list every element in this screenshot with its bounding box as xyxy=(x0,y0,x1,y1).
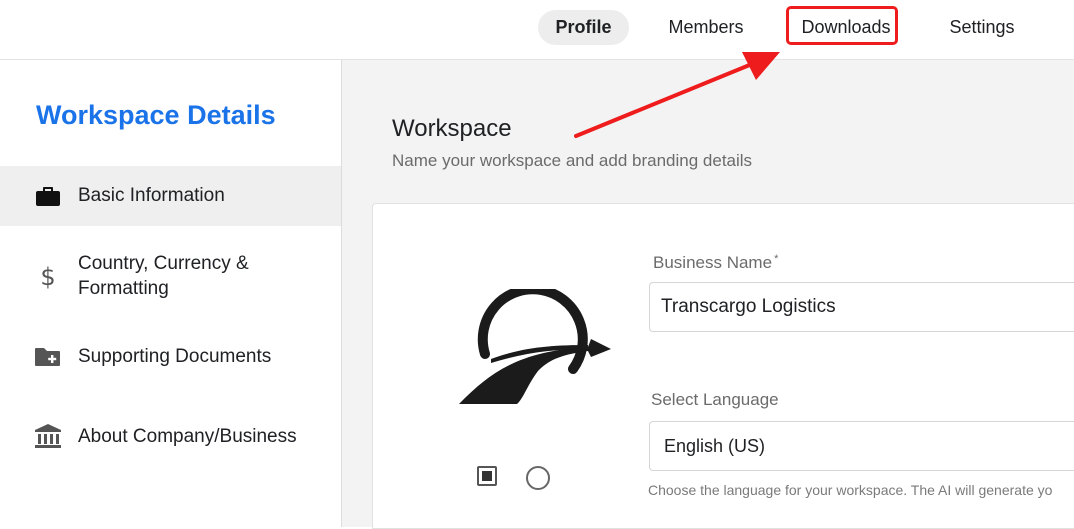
sidebar-item-label-line2: Formatting xyxy=(78,278,169,299)
sidebar-item-about-company[interactable]: About Company/Business xyxy=(0,410,341,462)
sidebar-item-label: Supporting Documents xyxy=(78,346,272,367)
top-navigation: Profile Members Downloads Settings xyxy=(0,0,1074,60)
tab-profile[interactable]: Profile xyxy=(538,10,629,45)
business-name-input[interactable]: Transcargo Logistics xyxy=(649,282,1074,332)
business-name-label: Business Name * xyxy=(653,253,778,273)
sidebar-item-label-line1: Country, Currency & xyxy=(78,253,249,274)
dollar-icon: $ xyxy=(34,262,62,290)
business-name-label-text: Business Name xyxy=(653,253,773,272)
sidebar-item-supporting-documents[interactable]: Supporting Documents xyxy=(0,330,341,382)
tab-members[interactable]: Members xyxy=(655,10,757,45)
sidebar: Workspace Details Basic Information $ Co… xyxy=(0,60,342,527)
workspace-card: Business Name * Transcargo Logistics Sele… xyxy=(372,203,1074,529)
sidebar-item-label: About Company/Business xyxy=(78,426,297,447)
language-select[interactable]: English (US) xyxy=(649,421,1074,471)
company-logo[interactable] xyxy=(453,284,613,414)
logo-square-toggle[interactable] xyxy=(477,466,497,486)
select-language-label: Select Language xyxy=(651,390,779,409)
svg-text:$: $ xyxy=(40,263,55,290)
section-subtitle: Name your workspace and add branding det… xyxy=(392,151,753,170)
tab-settings[interactable]: Settings xyxy=(930,10,1034,45)
folder-plus-icon xyxy=(34,342,62,370)
section-title: Workspace xyxy=(392,115,512,142)
logo-circle-toggle[interactable] xyxy=(526,466,550,490)
sidebar-item-label: Basic Information xyxy=(78,185,225,206)
sidebar-item-basic-information[interactable]: Basic Information xyxy=(0,166,341,226)
sidebar-item-country-currency[interactable]: $ Country, Currency & Formatting xyxy=(0,240,341,312)
sidebar-title: Workspace Details xyxy=(36,100,276,130)
required-mark: * xyxy=(774,253,779,265)
bank-icon xyxy=(34,422,62,450)
briefcase-icon xyxy=(34,182,62,210)
language-helper-text: Choose the language for your workspace. … xyxy=(648,482,1053,498)
main-content: Workspace Name your workspace and add br… xyxy=(342,60,1074,529)
tab-downloads[interactable]: Downloads xyxy=(789,10,903,45)
sidebar-item-label: Country, Currency & Formatting xyxy=(78,251,249,301)
